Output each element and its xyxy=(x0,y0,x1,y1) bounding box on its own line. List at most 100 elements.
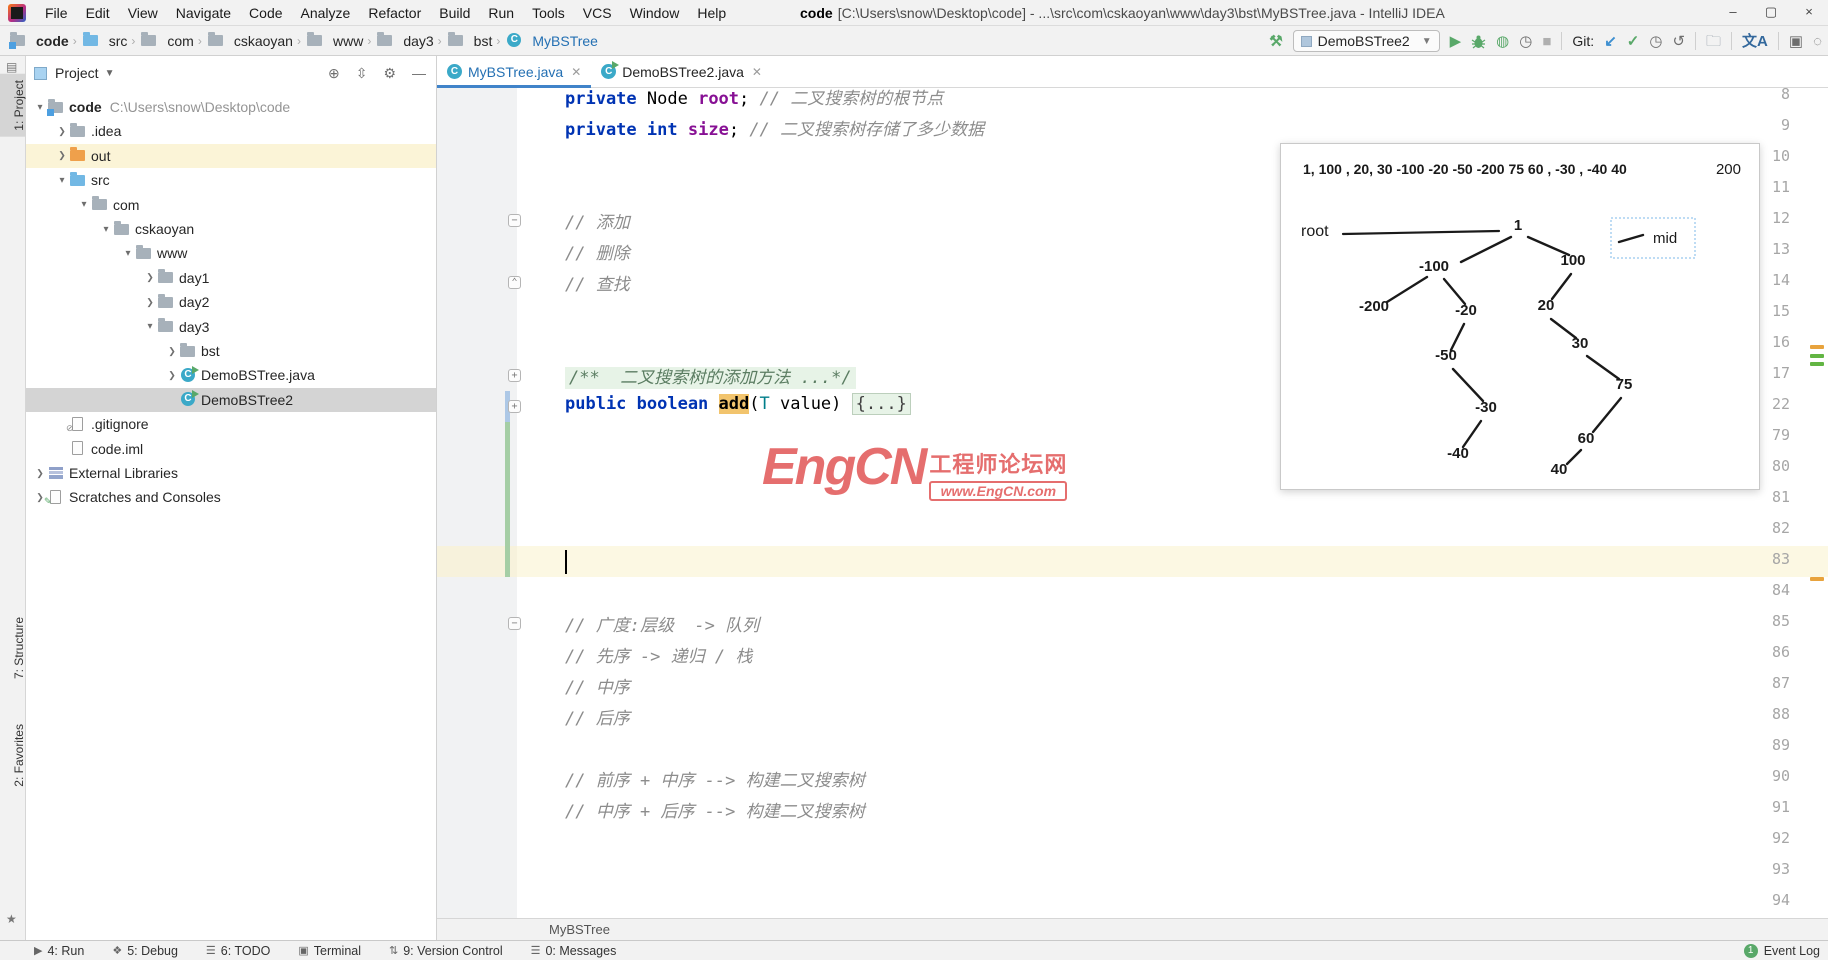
tree-item-cskaoyan[interactable]: ▾cskaoyan xyxy=(26,217,436,241)
code-line-92[interactable]: 92 xyxy=(437,825,1828,856)
tree-item-day3[interactable]: ▾day3 xyxy=(26,315,436,339)
settings-gear-icon[interactable]: ⚙ xyxy=(383,65,396,82)
menu-item-build[interactable]: Build xyxy=(430,0,479,26)
git-update-icon[interactable]: ↙ xyxy=(1604,34,1617,49)
tab-DemoBSTree2.java[interactable]: CDemoBSTree2.java✕ xyxy=(591,56,772,87)
chevron-down-icon[interactable]: ▾ xyxy=(122,248,134,259)
chevron-right-icon[interactable]: ❯ xyxy=(166,370,178,381)
tree-item-External-Libraries[interactable]: ❯External Libraries xyxy=(26,461,436,485)
menu-item-view[interactable]: View xyxy=(119,0,167,26)
tree-item-.idea[interactable]: ❯.idea xyxy=(26,119,436,143)
menu-item-navigate[interactable]: Navigate xyxy=(167,0,240,26)
statusbar-9-version-control[interactable]: ⇅9: Version Control xyxy=(389,944,503,958)
statusbar-terminal[interactable]: ▣Terminal xyxy=(298,944,361,958)
favorites-star-icon[interactable]: ★ xyxy=(6,912,17,926)
event-log-button[interactable]: Event Log xyxy=(1764,944,1820,958)
search-everywhere-icon[interactable]: ◌ xyxy=(1813,34,1822,49)
code-line-82[interactable]: 82 xyxy=(437,515,1828,546)
menu-item-help[interactable]: Help xyxy=(688,0,735,26)
code-line-86[interactable]: 86// 先序 -> 递归 / 栈 xyxy=(437,639,1828,670)
close-button[interactable]: × xyxy=(1790,0,1828,26)
chevron-right-icon[interactable]: ❯ xyxy=(56,150,68,161)
translate-icon[interactable]: 文A xyxy=(1742,34,1768,49)
tool-button-structure[interactable]: 7: Structure xyxy=(0,611,26,685)
menu-item-analyze[interactable]: Analyze xyxy=(292,0,360,26)
tree-item-code[interactable]: ▾codeC:\Users\snow\Desktop\code xyxy=(26,95,436,119)
chevron-right-icon[interactable]: ❯ xyxy=(56,126,68,137)
menu-item-code[interactable]: Code xyxy=(240,0,291,26)
statusbar-4-run[interactable]: ▶4: Run xyxy=(34,944,84,958)
statusbar-6-todo[interactable]: ☰6: TODO xyxy=(206,944,270,958)
tab-MyBSTree.java[interactable]: CMyBSTree.java✕ xyxy=(437,56,591,87)
tree-item-DemoBSTree2[interactable]: CDemoBSTree2 xyxy=(26,388,436,412)
chevron-down-icon[interactable]: ▾ xyxy=(100,224,112,235)
git-history-icon[interactable]: ◷ xyxy=(1649,34,1662,49)
code-line-90[interactable]: 90// 前序 + 中序 --> 构建二叉搜索树 xyxy=(437,763,1828,794)
code-line-85[interactable]: 85−// 广度:层级 -> 队列 xyxy=(437,608,1828,639)
breadcrumb-item-com[interactable]: com xyxy=(139,33,193,49)
tree-item-www[interactable]: ▾www xyxy=(26,241,436,265)
code-line-89[interactable]: 89 xyxy=(437,732,1828,763)
chevron-down-icon[interactable]: ▾ xyxy=(34,102,46,113)
maximize-button[interactable]: ▢ xyxy=(1752,0,1790,26)
tab-close-icon[interactable]: ✕ xyxy=(571,65,581,79)
tree-item-src[interactable]: ▾src xyxy=(26,168,436,192)
chevron-right-icon[interactable]: ❯ xyxy=(166,346,178,357)
tree-item-day1[interactable]: ❯day1 xyxy=(26,266,436,290)
chevron-down-icon[interactable]: ▾ xyxy=(56,175,68,186)
breadcrumb-item-www[interactable]: www xyxy=(305,33,363,49)
locate-file-icon[interactable]: ⊕ xyxy=(328,65,340,82)
menu-item-window[interactable]: Window xyxy=(621,0,689,26)
menu-item-file[interactable]: File xyxy=(36,0,77,26)
project-panel-title[interactable]: Project xyxy=(55,65,99,81)
project-structure-icon[interactable]: 🗀 xyxy=(1706,34,1721,49)
code-line-88[interactable]: 88// 后序 xyxy=(437,701,1828,732)
breadcrumb-item-code[interactable]: code xyxy=(8,33,69,49)
tree-item-DemoBSTree.java[interactable]: ❯CDemoBSTree.java xyxy=(26,363,436,387)
git-rollback-icon[interactable]: ↺ xyxy=(1672,34,1685,49)
tree-item-day2[interactable]: ❯day2 xyxy=(26,290,436,314)
coverage-button[interactable]: ◍ xyxy=(1496,34,1509,49)
breadcrumb-item-MyBSTree[interactable]: CMyBSTree xyxy=(504,33,598,49)
statusbar-5-debug[interactable]: ❖5: Debug xyxy=(112,944,178,958)
menu-item-refactor[interactable]: Refactor xyxy=(359,0,430,26)
tool-button-project[interactable]: 1: Project xyxy=(0,74,26,137)
debug-button[interactable] xyxy=(1471,34,1486,49)
menu-item-vcs[interactable]: VCS xyxy=(574,0,621,26)
run-anything-icon[interactable]: ▣ xyxy=(1789,34,1803,49)
chevron-right-icon[interactable]: ❯ xyxy=(144,297,156,308)
hide-panel-icon[interactable]: — xyxy=(412,65,426,82)
menu-item-tools[interactable]: Tools xyxy=(523,0,574,26)
tree-item-bst[interactable]: ❯bst xyxy=(26,339,436,363)
tree-item-.gitignore[interactable]: ⊘.gitignore xyxy=(26,412,436,436)
chevron-down-icon[interactable]: ▾ xyxy=(78,199,90,210)
tree-item-com[interactable]: ▾com xyxy=(26,193,436,217)
breadcrumb-item-day3[interactable]: day3 xyxy=(375,33,433,49)
breadcrumb-item-src[interactable]: src xyxy=(81,33,128,49)
chevron-right-icon[interactable]: ❯ xyxy=(144,272,156,283)
code-line-83[interactable]: 83 xyxy=(437,546,1828,577)
code-line-9[interactable]: 9private int size; // 二叉搜索树存储了多少数据 xyxy=(437,112,1828,143)
minimize-button[interactable]: – xyxy=(1714,0,1752,26)
build-hammer-icon[interactable]: ⚒ xyxy=(1269,34,1282,49)
tree-item-out[interactable]: ❯out xyxy=(26,144,436,168)
breadcrumb-item-bst[interactable]: bst xyxy=(446,33,493,49)
run-configuration-select[interactable]: DemoBSTree2 ▼ xyxy=(1293,30,1440,52)
breadcrumb-item-cskaoyan[interactable]: cskaoyan xyxy=(206,33,293,49)
tool-button-favorites[interactable]: 2: Favorites xyxy=(0,718,26,793)
code-line-8[interactable]: 8private Node root; // 二叉搜索树的根节点 xyxy=(437,88,1828,112)
collapse-all-icon[interactable]: ⇳ xyxy=(356,65,368,82)
profiler-button[interactable]: ◷ xyxy=(1519,34,1532,49)
chevron-right-icon[interactable]: ❯ xyxy=(34,468,46,479)
code-line-87[interactable]: 87// 中序 xyxy=(437,670,1828,701)
code-line-93[interactable]: 93 xyxy=(437,856,1828,887)
tab-close-icon[interactable]: ✕ xyxy=(752,65,762,79)
statusbar-0-messages[interactable]: ☰0: Messages xyxy=(531,944,617,958)
editor-breadcrumb[interactable]: MyBSTree xyxy=(437,918,1828,940)
tree-item-Scratches-and-Consoles[interactable]: ❯✎Scratches and Consoles xyxy=(26,485,436,509)
tree-item-code.iml[interactable]: code.iml xyxy=(26,437,436,461)
git-commit-icon[interactable]: ✓ xyxy=(1627,34,1640,49)
menu-item-edit[interactable]: Edit xyxy=(77,0,119,26)
code-line-94[interactable]: 94 xyxy=(437,887,1828,918)
chevron-down-icon[interactable]: ▾ xyxy=(144,321,156,332)
